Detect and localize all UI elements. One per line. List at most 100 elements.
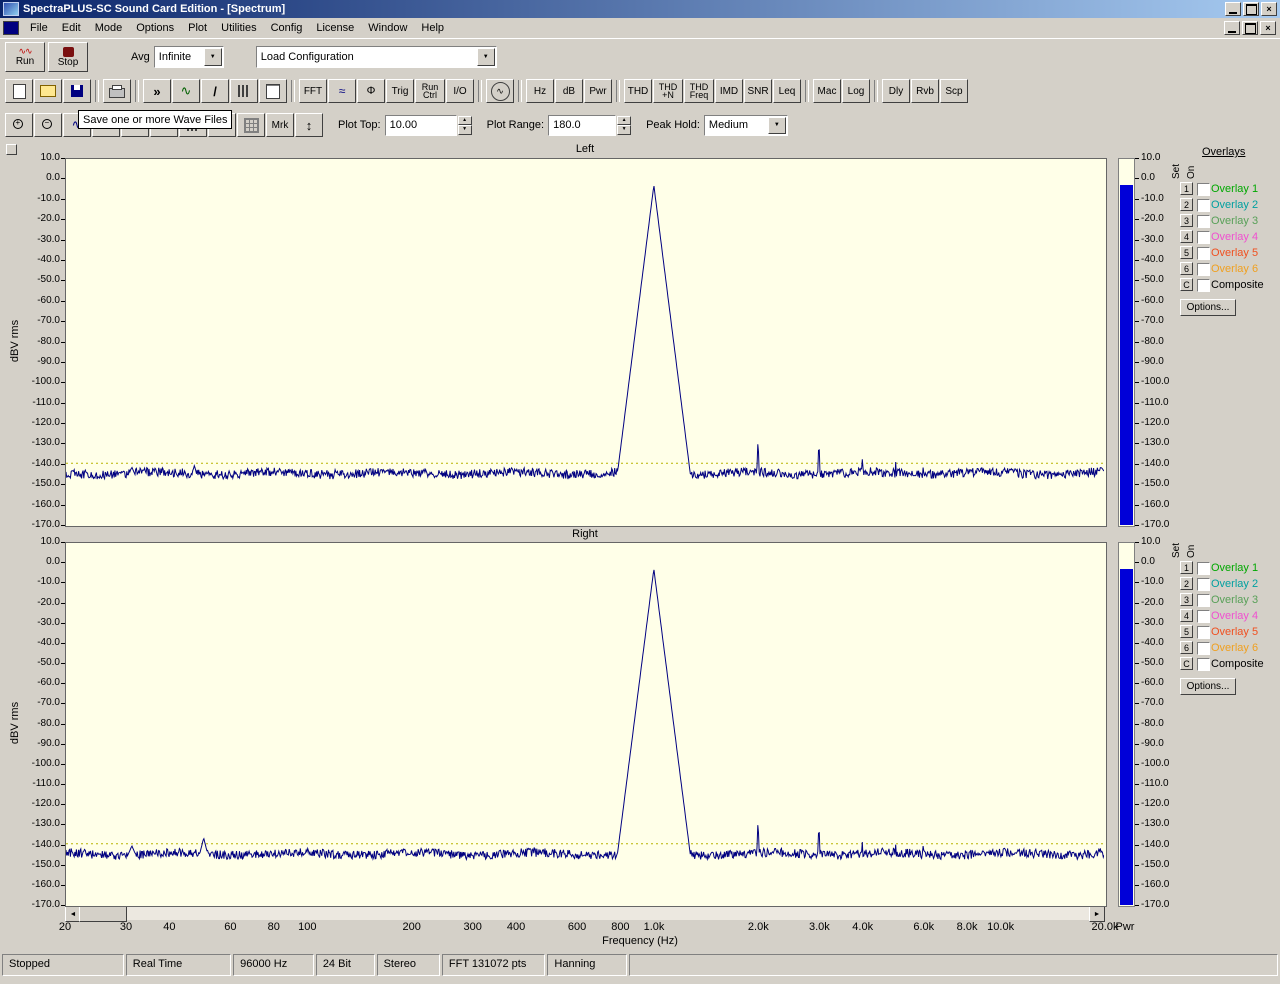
- spectrum-plot-right[interactable]: [65, 542, 1107, 907]
- mdi-close-button[interactable]: ×: [1260, 21, 1276, 35]
- wave-edit-button[interactable]: [172, 79, 200, 103]
- overlay-on-checkbox-4[interactable]: [1197, 231, 1210, 244]
- phase-button[interactable]: [357, 79, 385, 103]
- overlay-set-button-c[interactable]: C: [1180, 278, 1193, 291]
- menu-item-config[interactable]: Config: [264, 19, 310, 37]
- marker-button[interactable]: Mrk: [266, 113, 294, 137]
- minimize-button[interactable]: [1225, 2, 1241, 16]
- scroll-right-arrow-icon[interactable]: ►: [1089, 906, 1105, 922]
- overlays-options-button[interactable]: Options...: [1180, 678, 1236, 695]
- overlay-set-button-1[interactable]: 1: [1180, 182, 1193, 195]
- overlay-on-checkbox-4[interactable]: [1197, 610, 1210, 623]
- overlay-set-button-3[interactable]: 3: [1180, 214, 1193, 227]
- close-button[interactable]: ×: [1261, 2, 1277, 16]
- overlay-set-button-5[interactable]: 5: [1180, 246, 1193, 259]
- macro-button[interactable]: Mac: [813, 79, 841, 103]
- delay-button[interactable]: Dly: [882, 79, 910, 103]
- overlay-on-checkbox-c[interactable]: [1197, 658, 1210, 671]
- zoom-out-button[interactable]: [34, 113, 62, 137]
- menu-item-help[interactable]: Help: [414, 19, 451, 37]
- menu-item-license[interactable]: License: [309, 19, 361, 37]
- overlay-on-checkbox-6[interactable]: [1197, 642, 1210, 655]
- scope-button[interactable]: Scp: [940, 79, 968, 103]
- overlay-on-checkbox-3[interactable]: [1197, 594, 1210, 607]
- scale-button[interactable]: [295, 113, 323, 137]
- imd-button[interactable]: IMD: [715, 79, 743, 103]
- mdi-restore-button[interactable]: [1242, 21, 1258, 35]
- overlay-set-button-2[interactable]: 2: [1180, 577, 1193, 590]
- print-button[interactable]: [103, 79, 131, 103]
- overlay-set-button-1[interactable]: 1: [1180, 561, 1193, 574]
- fft-button[interactable]: FFT: [299, 79, 327, 103]
- pwr-units-button[interactable]: Pwr: [584, 79, 612, 103]
- time-series-button[interactable]: [328, 79, 356, 103]
- menu-item-plot[interactable]: Plot: [181, 19, 214, 37]
- overlay-set-button-5[interactable]: 5: [1180, 625, 1193, 638]
- menu-item-edit[interactable]: Edit: [55, 19, 88, 37]
- peak-hold-select[interactable]: Medium ▼: [704, 115, 788, 136]
- logging-button[interactable]: Log: [842, 79, 870, 103]
- menu-item-utilities[interactable]: Utilities: [214, 19, 263, 37]
- spin-up-icon[interactable]: ▲: [458, 116, 472, 126]
- overlay-set-button-6[interactable]: 6: [1180, 262, 1193, 275]
- avg-select[interactable]: Infinite ▼: [154, 46, 224, 68]
- new-button[interactable]: [5, 79, 33, 103]
- save-button[interactable]: [63, 79, 91, 103]
- mdi-child-icon[interactable]: [3, 21, 19, 35]
- stop-button[interactable]: Stop: [48, 42, 88, 72]
- plot-top-input[interactable]: 10.00: [385, 115, 457, 136]
- overlay-on-checkbox-3[interactable]: [1197, 215, 1210, 228]
- run-control-button[interactable]: Run Ctrl: [415, 79, 445, 103]
- chevron-down-icon[interactable]: ▼: [768, 117, 786, 134]
- overlay-on-checkbox-1[interactable]: [1197, 183, 1210, 196]
- leq-button[interactable]: Leq: [773, 79, 801, 103]
- trigger-button[interactable]: Trig: [386, 79, 414, 103]
- chevron-down-icon[interactable]: ▼: [204, 48, 222, 66]
- menu-item-window[interactable]: Window: [361, 19, 414, 37]
- restore-button[interactable]: [1243, 2, 1259, 16]
- overlay-on-checkbox-c[interactable]: [1197, 279, 1210, 292]
- overlays-options-button[interactable]: Options...: [1180, 299, 1236, 316]
- spin-down-icon[interactable]: ▼: [458, 125, 472, 135]
- plot-horizontal-scrollbar[interactable]: ◄ ►: [65, 906, 1105, 920]
- reverb-button[interactable]: Rvb: [911, 79, 939, 103]
- menu-item-file[interactable]: File: [23, 19, 55, 37]
- overlay-on-checkbox-5[interactable]: [1197, 247, 1210, 260]
- overlay-set-button-c[interactable]: C: [1180, 657, 1193, 670]
- overlay-on-checkbox-6[interactable]: [1197, 263, 1210, 276]
- io-device-button[interactable]: I/O: [446, 79, 474, 103]
- db-units-button[interactable]: dB: [555, 79, 583, 103]
- spin-up-icon[interactable]: ▲: [617, 116, 631, 126]
- title-bar[interactable]: SpectraPLUS-SC Sound Card Edition - [Spe…: [0, 0, 1280, 18]
- thd-freq-button[interactable]: THD Freq: [684, 79, 714, 103]
- spin-down-icon[interactable]: ▼: [617, 125, 631, 135]
- configuration-select[interactable]: Load Configuration ▼: [256, 46, 497, 68]
- filter-button[interactable]: [230, 79, 258, 103]
- plot-range-stepper[interactable]: ▲ ▼: [617, 116, 631, 135]
- chevron-down-icon[interactable]: ▼: [477, 48, 495, 66]
- hz-units-button[interactable]: Hz: [526, 79, 554, 103]
- mdi-minimize-button[interactable]: [1224, 21, 1240, 35]
- overlay-set-button-2[interactable]: 2: [1180, 198, 1193, 211]
- overlay-on-checkbox-2[interactable]: [1197, 578, 1210, 591]
- fast-forward-button[interactable]: [143, 79, 171, 103]
- menu-item-options[interactable]: Options: [129, 19, 181, 37]
- menu-item-mode[interactable]: Mode: [88, 19, 130, 37]
- overlay-on-checkbox-2[interactable]: [1197, 199, 1210, 212]
- signal-generator-button[interactable]: [486, 79, 514, 103]
- grid-button[interactable]: [237, 113, 265, 137]
- thd-n-button[interactable]: THD +N: [653, 79, 683, 103]
- spectrum-plot-left[interactable]: [65, 158, 1107, 527]
- notes-button[interactable]: [259, 79, 287, 103]
- plot-top-stepper[interactable]: ▲ ▼: [458, 116, 472, 135]
- overlay-set-button-4[interactable]: 4: [1180, 230, 1193, 243]
- thd-button[interactable]: THD: [624, 79, 652, 103]
- snr-button[interactable]: SNR: [744, 79, 772, 103]
- plot-range-input[interactable]: 180.0: [548, 115, 616, 136]
- overlay-on-checkbox-1[interactable]: [1197, 562, 1210, 575]
- zoom-in-button[interactable]: [5, 113, 33, 137]
- run-button[interactable]: ∿∿ Run: [5, 42, 45, 72]
- overlay-set-button-4[interactable]: 4: [1180, 609, 1193, 622]
- slope-button[interactable]: [201, 79, 229, 103]
- overlay-set-button-6[interactable]: 6: [1180, 641, 1193, 654]
